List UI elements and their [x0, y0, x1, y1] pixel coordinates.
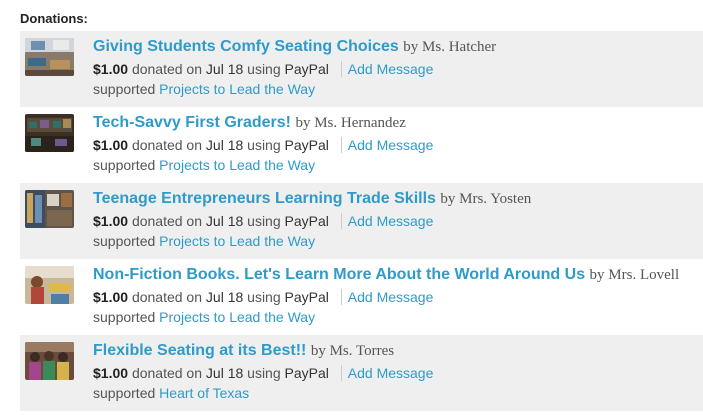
supported-program-link[interactable]: Projects to Lead the Way [159, 157, 315, 173]
project-thumbnail[interactable] [25, 38, 74, 76]
donation-row: Flexible Seating at its Best!! by Ms. To… [20, 335, 703, 411]
donated-on-text: donated on [131, 365, 203, 381]
payment-method: PayPal [284, 365, 329, 381]
supported-program-link[interactable]: Heart of Texas [159, 385, 249, 401]
donation-row: Tech-Savvy First Graders! by Ms. Hernand… [20, 107, 703, 183]
donated-on-text: donated on [131, 289, 203, 305]
donated-on-text: donated on [131, 137, 203, 153]
project-title-link[interactable]: Teenage Entrepreneurs Learning Trade Ski… [93, 190, 436, 207]
donation-row: Giving Students Comfy Seating Choices by… [20, 31, 703, 107]
project-thumbnail[interactable] [25, 114, 74, 152]
project-title-link[interactable]: Flexible Seating at its Best!! [93, 342, 306, 359]
separator [340, 137, 342, 153]
donations-heading: Donations: [20, 11, 88, 26]
using-text: using [247, 213, 281, 229]
payment-method: PayPal [284, 61, 329, 77]
add-message-link[interactable]: Add Message [348, 365, 434, 381]
donation-date: Jul 18 [205, 365, 244, 381]
add-message-link[interactable]: Add Message [348, 61, 434, 77]
donation-amount: $1.00 [93, 61, 129, 77]
donation-row: Teenage Entrepreneurs Learning Trade Ski… [20, 183, 703, 259]
teacher-name: by Ms. Hatcher [403, 39, 497, 55]
teacher-name: by Mrs. Lovell [589, 267, 680, 283]
separator [340, 365, 342, 381]
donation-date: Jul 18 [205, 289, 244, 305]
supported-text: supported [93, 157, 156, 173]
add-message-link[interactable]: Add Message [348, 137, 434, 153]
project-title-link[interactable]: Tech-Savvy First Graders! [93, 114, 291, 131]
donations-list: Giving Students Comfy Seating Choices by… [20, 31, 703, 411]
using-text: using [247, 137, 281, 153]
using-text: using [247, 365, 281, 381]
teacher-name: by Mrs. Yosten [440, 191, 532, 207]
payment-method: PayPal [284, 213, 329, 229]
donated-on-text: donated on [131, 61, 203, 77]
project-thumbnail[interactable] [25, 190, 74, 228]
project-title-link[interactable]: Giving Students Comfy Seating Choices [93, 38, 399, 55]
donation-amount: $1.00 [93, 137, 129, 153]
payment-method: PayPal [284, 137, 329, 153]
donation-amount: $1.00 [93, 289, 129, 305]
separator [340, 289, 342, 305]
donation-amount: $1.00 [93, 365, 129, 381]
separator [340, 213, 342, 229]
supported-program-link[interactable]: Projects to Lead the Way [159, 81, 315, 97]
project-title-link[interactable]: Non-Fiction Books. Let's Learn More Abou… [93, 266, 585, 283]
donation-row: Non-Fiction Books. Let's Learn More Abou… [20, 259, 703, 335]
add-message-link[interactable]: Add Message [348, 289, 434, 305]
project-thumbnail[interactable] [25, 266, 74, 304]
donation-date: Jul 18 [205, 137, 244, 153]
payment-method: PayPal [284, 289, 329, 305]
donated-on-text: donated on [131, 213, 203, 229]
teacher-name: by Ms. Hernandez [295, 115, 406, 131]
add-message-link[interactable]: Add Message [348, 213, 434, 229]
project-thumbnail[interactable] [25, 342, 74, 380]
supported-text: supported [93, 385, 156, 401]
using-text: using [247, 61, 281, 77]
supported-text: supported [93, 233, 156, 249]
teacher-name: by Ms. Torres [310, 343, 395, 359]
using-text: using [247, 289, 281, 305]
donation-amount: $1.00 [93, 213, 129, 229]
separator [340, 61, 342, 77]
supported-text: supported [93, 309, 156, 325]
supported-program-link[interactable]: Projects to Lead the Way [159, 309, 315, 325]
supported-program-link[interactable]: Projects to Lead the Way [159, 233, 315, 249]
donation-date: Jul 18 [205, 213, 244, 229]
supported-text: supported [93, 81, 156, 97]
donation-date: Jul 18 [205, 61, 244, 77]
